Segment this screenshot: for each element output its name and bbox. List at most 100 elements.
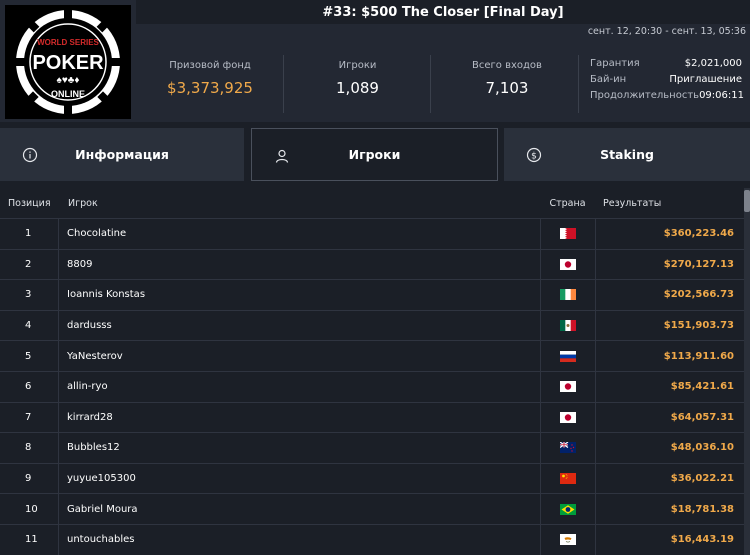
tournament-header: WORLD SERIES POKER ♠♥♣♦ ONLINE #33: $500… xyxy=(0,0,750,122)
guarantee-label: Гарантия xyxy=(590,58,640,69)
tournament-title: #33: $500 The Closer [Final Day] xyxy=(136,0,750,24)
row-player-name[interactable]: Gabriel Moura xyxy=(58,494,540,524)
row-country xyxy=(540,371,595,402)
players-table: Позиция Игрок Страна Результаты 1 Chocola… xyxy=(0,188,744,555)
row-player-name[interactable]: YaNesterov xyxy=(58,341,540,371)
row-result: $360,223.46 xyxy=(595,219,744,249)
row-player-name[interactable]: kirrard28 xyxy=(58,402,540,433)
divider xyxy=(283,55,284,113)
row-player-name[interactable]: untouchables xyxy=(58,524,540,555)
row-position: 3 xyxy=(25,289,32,301)
row-position: 4 xyxy=(25,320,32,332)
japan-flag-icon xyxy=(560,381,576,393)
svg-text:$: $ xyxy=(531,152,537,162)
table-header: Позиция Игрок Страна Результаты xyxy=(0,188,744,218)
row-country xyxy=(540,219,595,249)
row-result: $16,443.19 xyxy=(595,524,744,555)
table-row[interactable]: 4 dardusss $151,903.73 xyxy=(0,309,744,341)
table-row[interactable]: 1 Chocolatine $360,223.46 xyxy=(0,218,744,249)
mexico-flag-icon xyxy=(560,320,576,332)
tournament-meta: Гарантия $2,021,000 Бай-ин Приглашение П… xyxy=(590,56,744,104)
row-result: $36,022.21 xyxy=(595,463,744,494)
entries-value: 7,103 xyxy=(485,79,529,97)
row-player-name[interactable]: Ioannis Konstas xyxy=(58,280,540,310)
row-country xyxy=(540,494,595,524)
cyprus-flag-icon xyxy=(560,534,576,546)
table-row[interactable]: 11 untouchables $16,443.19 xyxy=(0,523,744,555)
row-position: 6 xyxy=(25,381,32,393)
brazil-flag-icon xyxy=(560,503,576,515)
duration-label: Продолжительность xyxy=(590,90,700,101)
guarantee-value: $2,021,000 xyxy=(684,58,742,69)
row-result: $18,781.38 xyxy=(595,494,744,524)
table-row[interactable]: 6 allin-ryo $85,421.61 xyxy=(0,370,744,402)
entries-stat: Всего входов 7,103 xyxy=(457,60,557,97)
logo-text-top: WORLD SERIES xyxy=(37,38,99,47)
table-row[interactable]: 8 Bubbles12 $48,036.10 xyxy=(0,432,744,463)
row-position: 10 xyxy=(25,503,38,515)
header-position[interactable]: Позиция xyxy=(0,198,58,209)
players-label: Игроки xyxy=(338,60,377,71)
prize-pool-stat: Призовой фонд $3,373,925 xyxy=(160,60,260,97)
tab-staking[interactable]: $ Staking xyxy=(504,128,750,181)
japan-flag-icon xyxy=(560,411,576,423)
row-country xyxy=(540,249,595,280)
row-player-name[interactable]: dardusss xyxy=(58,310,540,341)
row-position: 2 xyxy=(25,258,32,270)
russia-flag-icon xyxy=(560,350,576,362)
row-country xyxy=(540,341,595,371)
japan-flag-icon xyxy=(560,258,576,270)
new-zealand-flag-icon xyxy=(560,442,576,454)
row-position: 7 xyxy=(25,411,32,423)
info-icon xyxy=(22,147,38,163)
scrollbar-thumb[interactable] xyxy=(744,190,750,212)
dollar-coin-icon: $ xyxy=(526,147,542,163)
row-player-name[interactable]: Chocolatine xyxy=(58,219,540,249)
table-row[interactable]: 10 Gabriel Moura $18,781.38 xyxy=(0,493,744,524)
row-country xyxy=(540,463,595,494)
tab-players[interactable]: Игроки xyxy=(251,128,498,181)
prize-pool-value: $3,373,925 xyxy=(167,79,253,97)
buyin-value: Приглашение xyxy=(669,74,742,85)
wsop-online-logo: WORLD SERIES POKER ♠♥♣♦ ONLINE xyxy=(5,5,131,119)
row-country xyxy=(540,433,595,463)
table-body: 1 Chocolatine $360,223.46 2 8809 $270,127.13 3… xyxy=(0,218,744,555)
header-results[interactable]: Результаты xyxy=(595,198,744,209)
header-country[interactable]: Страна xyxy=(540,198,595,209)
row-result: $270,127.13 xyxy=(595,249,744,280)
table-row[interactable]: 7 kirrard28 $64,057.31 xyxy=(0,401,744,433)
row-result: $202,566.73 xyxy=(595,280,744,310)
row-result: $85,421.61 xyxy=(595,371,744,402)
table-row[interactable]: 5 YaNesterov $113,911.60 xyxy=(0,340,744,371)
buyin-label: Бай-ин xyxy=(590,74,627,85)
china-flag-icon xyxy=(560,473,576,485)
row-position: 9 xyxy=(25,473,32,485)
row-country xyxy=(540,280,595,310)
row-result: $151,903.73 xyxy=(595,310,744,341)
tournament-dates: сент. 12, 20:30 - сент. 13, 05:36 xyxy=(587,26,746,37)
divider xyxy=(430,55,431,113)
table-row[interactable]: 3 Ioannis Konstas $202,566.73 xyxy=(0,279,744,310)
row-player-name[interactable]: 8809 xyxy=(58,249,540,280)
ireland-flag-icon xyxy=(560,289,576,301)
table-row[interactable]: 9 yuyue105300 $36,022.21 xyxy=(0,462,744,494)
header-player[interactable]: Игрок xyxy=(58,198,540,209)
table-row[interactable]: 2 8809 $270,127.13 xyxy=(0,248,744,280)
row-position: 8 xyxy=(25,442,32,454)
row-position: 1 xyxy=(25,228,32,240)
scrollbar[interactable] xyxy=(744,188,750,555)
prize-pool-label: Призовой фонд xyxy=(169,60,251,71)
tab-info[interactable]: Информация xyxy=(0,128,244,181)
bahrain-flag-icon xyxy=(560,228,576,240)
row-country xyxy=(540,310,595,341)
row-position: 11 xyxy=(25,534,38,546)
svg-text:♠♥♣♦: ♠♥♣♦ xyxy=(57,75,80,86)
row-country xyxy=(540,524,595,555)
row-position: 5 xyxy=(25,350,32,362)
row-player-name[interactable]: Bubbles12 xyxy=(58,433,540,463)
row-result: $48,036.10 xyxy=(595,433,744,463)
row-player-name[interactable]: allin-ryo xyxy=(58,371,540,402)
row-player-name[interactable]: yuyue105300 xyxy=(58,463,540,494)
tab-bar: Информация Игроки $ Staking xyxy=(0,128,750,182)
players-value: 1,089 xyxy=(336,79,379,97)
